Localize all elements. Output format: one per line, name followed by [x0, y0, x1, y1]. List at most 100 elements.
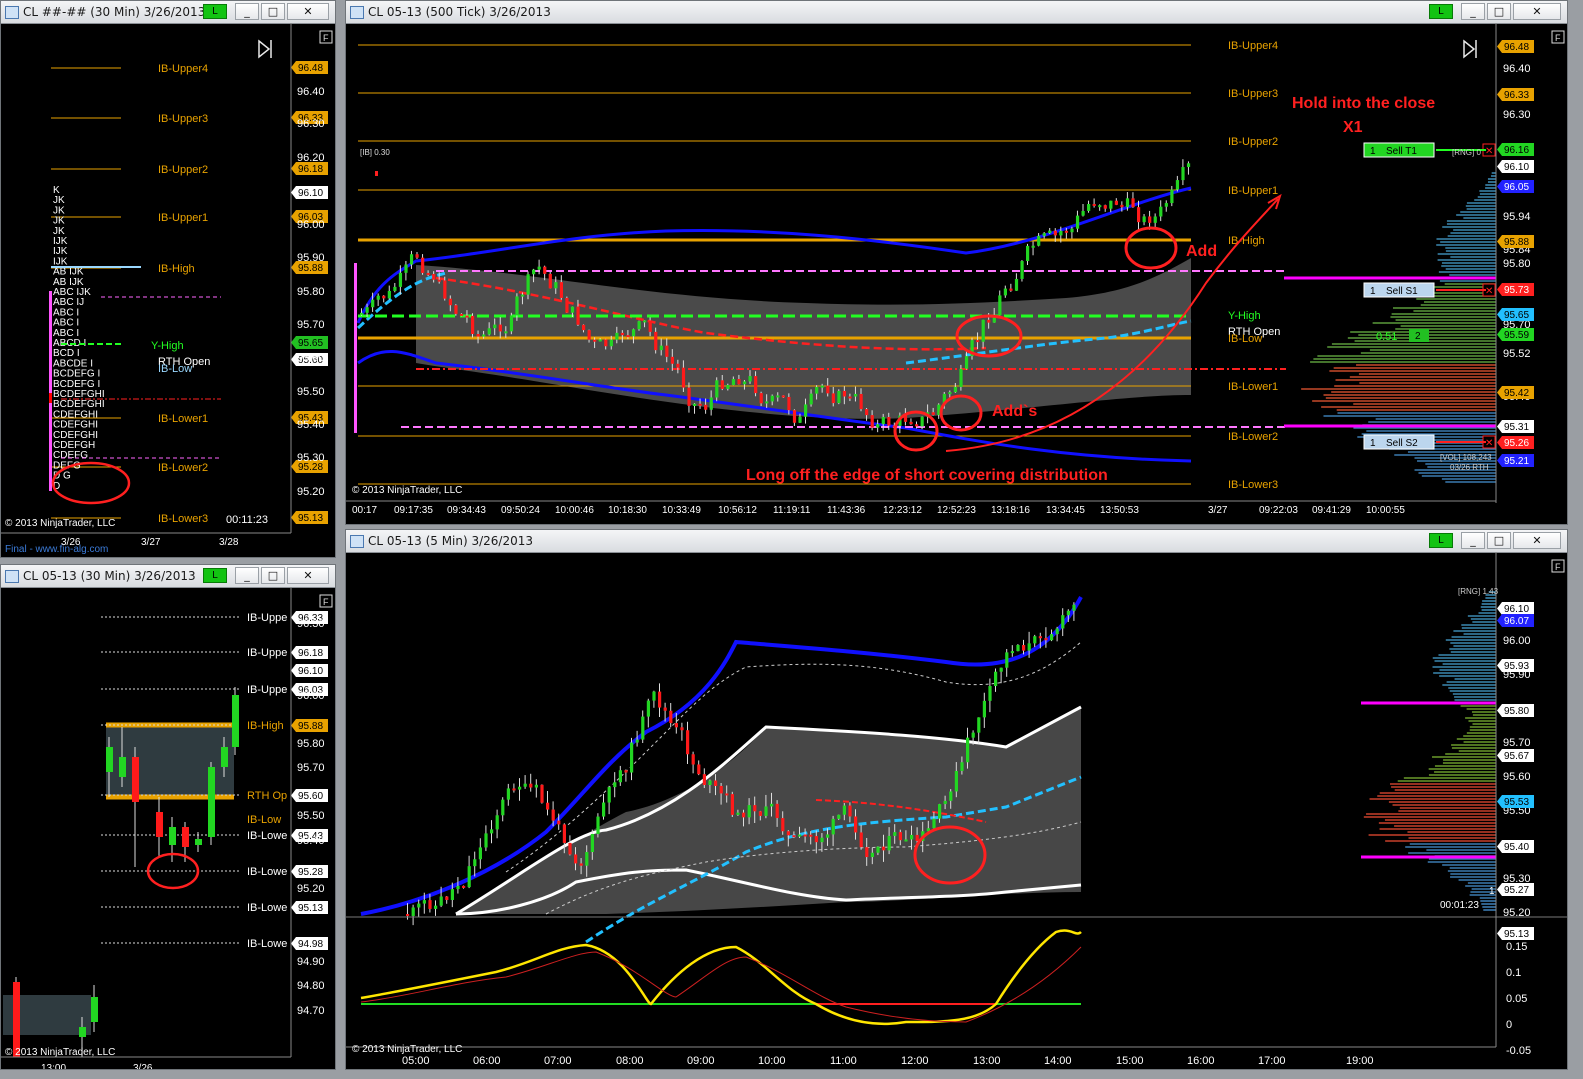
axis-tick: 96.40 [1503, 63, 1531, 75]
price-tag-pointer [1497, 420, 1502, 433]
time-tick: 08:00 [616, 1055, 644, 1067]
candle-body [1153, 216, 1157, 223]
time-tick: 14:00 [1044, 1055, 1072, 1067]
level-price-pointer [291, 162, 296, 175]
level-label: IB-Lower1 [158, 413, 208, 425]
candle-body [881, 417, 885, 425]
min5-chart-window[interactable]: CL 05-13 (5 Min) 3/26/2013 L _ □ ✕ 96.00… [345, 529, 1568, 1070]
min30-title-bar[interactable]: CL 05-13 (30 Min) 3/26/2013 L _ □ ✕ [1, 565, 335, 588]
scroll-end-icon[interactable] [1463, 39, 1477, 59]
minimize-button[interactable]: _ [1461, 3, 1485, 20]
axis-tick: 95.20 [297, 486, 325, 498]
min5-title-bar[interactable]: CL 05-13 (5 Min) 3/26/2013 L _ □ ✕ [346, 530, 1567, 553]
candle-body [775, 803, 779, 819]
price-tag-pointer [1497, 454, 1502, 467]
link-button[interactable]: L [1429, 4, 1453, 19]
maximize-button[interactable]: □ [261, 567, 285, 584]
link-button[interactable]: L [203, 4, 227, 19]
candle-body [770, 803, 774, 807]
tick-title-bar[interactable]: CL 05-13 (500 Tick) 3/26/2013 L _ □ ✕ [346, 1, 1567, 24]
candle-body [648, 320, 652, 332]
tpo-chart[interactable]: IB-Upper4 96.48IB-Upper3 96.33IB-Upper2 96.… [1, 23, 335, 557]
close-button[interactable]: ✕ [1513, 532, 1561, 549]
price-tag: 95.73 [1504, 285, 1529, 296]
candle-body [809, 834, 813, 837]
close-button[interactable]: ✕ [1513, 3, 1561, 20]
candle-body [582, 324, 586, 331]
candle-body [509, 315, 514, 332]
candle-body [365, 307, 369, 313]
candle-body [686, 730, 690, 755]
axis-tick: 95.60 [297, 352, 325, 364]
tick-window-title: CL 05-13 (500 Tick) 3/26/2013 [368, 5, 551, 19]
scroll-end-icon[interactable] [258, 39, 272, 59]
candle-body [169, 827, 176, 845]
level-label: IB-Upper1 [1228, 185, 1278, 197]
price-tag-pointer [1497, 749, 1502, 762]
price-tag-pointer [291, 664, 296, 677]
candle-body [831, 818, 835, 835]
candle-body [515, 296, 519, 316]
time-tick: 06:00 [473, 1055, 501, 1067]
candle-body [523, 783, 527, 787]
maximize-button[interactable]: □ [1487, 532, 1511, 549]
candle-body [966, 737, 970, 763]
candle-body [445, 896, 449, 900]
axis-tick: 96.20 [297, 152, 325, 164]
candle-body [1031, 245, 1035, 248]
min5-chart[interactable]: 96.0095.9095.7095.6095.5095.3095.2096.10… [346, 552, 1567, 1069]
candle-body [1009, 288, 1013, 291]
level-label: IB-Uppe [247, 612, 287, 624]
axis-tick: 94.90 [297, 956, 325, 968]
level-price: 95.13 [298, 903, 323, 914]
candle-body [959, 368, 963, 387]
link-button[interactable]: L [203, 568, 227, 583]
candle-body [1103, 205, 1107, 209]
candle-body [565, 297, 569, 313]
time-tick: 07:00 [544, 1055, 572, 1067]
candle-body [473, 859, 477, 867]
candle-body [765, 401, 769, 404]
close-button[interactable]: ✕ [287, 3, 329, 20]
tpo-title-bar[interactable]: CL ##-## (30 Min) 3/26/2013 L _ □ ✕ [1, 1, 335, 24]
price-tag-pointer [1497, 659, 1502, 672]
time-tick: 13:34:45 [1046, 505, 1085, 516]
axis-tick: 95.20 [1503, 907, 1531, 919]
candle-body [554, 282, 558, 289]
candle-body [977, 717, 981, 733]
candle-body [759, 393, 763, 404]
minimize-button[interactable]: _ [235, 3, 259, 20]
maximize-button[interactable]: □ [1487, 3, 1511, 20]
candle-body [870, 852, 874, 858]
candle-body [454, 305, 458, 314]
maximize-button[interactable]: □ [261, 3, 285, 20]
min30-window-title: CL 05-13 (30 Min) 3/26/2013 [23, 569, 196, 583]
candle-body [1159, 206, 1163, 217]
candle-body [376, 295, 380, 300]
price-tag: 95.67 [1504, 751, 1529, 762]
candle-body [465, 315, 469, 318]
footer-link[interactable]: Final - www.fin-alg.com [5, 544, 108, 555]
close-button[interactable]: ✕ [287, 567, 329, 584]
minimize-button[interactable]: _ [235, 567, 259, 584]
minimize-button[interactable]: _ [1461, 532, 1485, 549]
candle-body [932, 818, 936, 829]
level-price-pointer [291, 646, 296, 659]
axis-tick: 96.00 [297, 690, 325, 702]
time-tick: 10:00:46 [555, 505, 594, 516]
tick-chart-window[interactable]: CL 05-13 (500 Tick) 3/26/2013 L _ □ ✕ IB… [345, 0, 1568, 525]
link-button[interactable]: L [1429, 533, 1453, 548]
candle-body [726, 385, 730, 389]
time-tick: 3/26 [133, 1063, 153, 1069]
price-tag: 96.10 [1504, 604, 1529, 615]
level-price-pointer [291, 611, 296, 624]
chart-icon [350, 6, 364, 19]
price-tag-pointer [1497, 235, 1502, 248]
candle-body [1044, 638, 1048, 641]
candle-body [809, 393, 813, 405]
tick-chart[interactable]: IB-Upper4 IB-Upper3 IB-Upper2 IB-Upper1 IB-H… [346, 23, 1567, 524]
min30-chart[interactable]: IB-Uppe 96.33IB-Uppe 96.18IB-Uppe 96.03IB-H… [1, 587, 335, 1069]
min30-chart-window[interactable]: CL 05-13 (30 Min) 3/26/2013 L _ □ ✕ IB-U… [0, 564, 336, 1070]
price-tag-pointer [1497, 927, 1502, 940]
tpo-chart-window[interactable]: CL ##-## (30 Min) 3/26/2013 L _ □ ✕ IB-U… [0, 0, 336, 558]
